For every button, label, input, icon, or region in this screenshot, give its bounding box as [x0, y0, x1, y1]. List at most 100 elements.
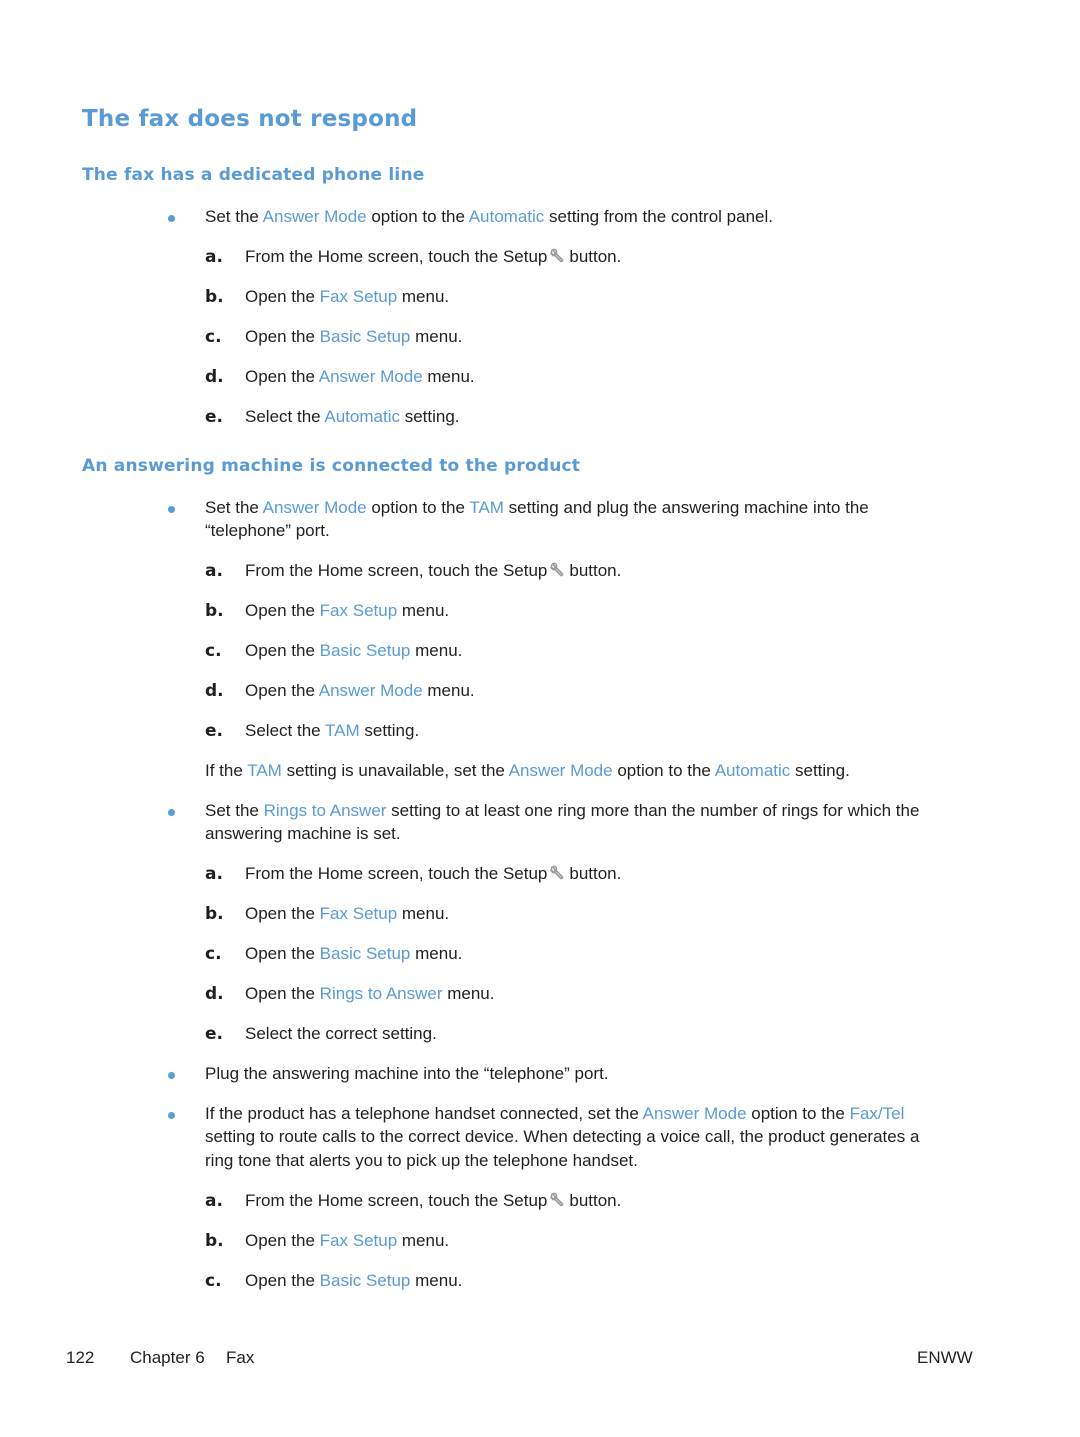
step-letter: d. — [205, 681, 224, 701]
text-run: Plug the answering machine into the “tel… — [205, 1064, 609, 1083]
step-text: Open the Fax Setup menu. — [245, 1229, 449, 1253]
step-letter: a. — [205, 247, 223, 267]
menu-reference-link[interactable]: Fax/Tel — [850, 1104, 905, 1123]
text-run: setting. — [790, 761, 850, 780]
text-run: From the Home screen, touch the Setup — [245, 864, 548, 883]
step-text: Select the correct setting. — [245, 1022, 437, 1046]
step-text: From the Home screen, touch the Setup but… — [245, 559, 621, 583]
bullet-text: Plug the answering machine into the “tel… — [205, 1062, 609, 1086]
menu-reference-link[interactable]: TAM — [247, 761, 282, 780]
text-run: option to the — [366, 498, 470, 517]
wrench-icon — [550, 247, 566, 263]
wrench-icon — [550, 561, 566, 577]
menu-reference-link[interactable]: Fax Setup — [320, 1231, 398, 1250]
bullet-text: If the product has a telephone handset c… — [205, 1102, 904, 1126]
bullet-icon — [168, 1072, 175, 1079]
menu-reference-link[interactable]: Fax Setup — [320, 904, 398, 923]
menu-reference-link[interactable]: Basic Setup — [320, 1271, 411, 1290]
text-run: setting and plug the answering machine i… — [503, 498, 869, 517]
text-run: menu. — [422, 681, 475, 700]
bullet-text: “telephone” port. — [205, 519, 330, 543]
bullet-icon — [168, 809, 175, 816]
text-run: Select the correct setting. — [245, 1024, 437, 1043]
bullet-text: Set the Rings to Answer setting to at le… — [205, 799, 919, 823]
step-text: Open the Basic Setup menu. — [245, 325, 462, 349]
text-run: Open the — [245, 287, 320, 306]
menu-reference-link[interactable]: Automatic — [715, 761, 791, 780]
step-text: Open the Fax Setup menu. — [245, 599, 449, 623]
text-run: menu. — [397, 287, 450, 306]
step-text: Open the Answer Mode menu. — [245, 679, 475, 703]
note-text: If the TAM setting is unavailable, set t… — [205, 759, 850, 783]
step-letter: e. — [205, 721, 223, 741]
step-letter: d. — [205, 984, 224, 1004]
step-letter: d. — [205, 367, 224, 387]
step-text: Open the Fax Setup menu. — [245, 902, 449, 926]
step-letter: c. — [205, 641, 222, 661]
menu-reference-link[interactable]: Answer Mode — [263, 498, 367, 517]
bullet-text: Set the Answer Mode option to the Automa… — [205, 205, 773, 229]
menu-reference-link[interactable]: Automatic — [469, 207, 545, 226]
step-letter: c. — [205, 327, 222, 347]
step-text: Select the Automatic setting. — [245, 405, 460, 429]
text-run: Open the — [245, 1231, 320, 1250]
text-run: ring tone that alerts you to pick up the… — [205, 1151, 638, 1170]
text-run: Set the — [205, 498, 263, 517]
text-run: setting from the control panel. — [544, 207, 773, 226]
text-run: Open the — [245, 641, 320, 660]
text-run: Set the — [205, 801, 264, 820]
text-run: menu. — [410, 1271, 463, 1290]
footer-chapter: Chapter 6 — [130, 1348, 205, 1367]
text-run: setting. — [399, 407, 460, 426]
text-run: “telephone” port. — [205, 521, 330, 540]
text-run: From the Home screen, touch the Setup — [245, 561, 548, 580]
text-run: Open the — [245, 327, 320, 346]
text-run: Select the — [245, 721, 326, 740]
menu-reference-link[interactable]: Rings to Answer — [320, 984, 443, 1003]
menu-reference-link[interactable]: TAM — [325, 721, 360, 740]
text-run: Open the — [245, 1271, 320, 1290]
menu-reference-link[interactable]: Fax Setup — [320, 287, 398, 306]
step-text: From the Home screen, touch the Setup but… — [245, 245, 621, 269]
menu-reference-link[interactable]: Automatic — [324, 407, 400, 426]
menu-reference-link[interactable]: Basic Setup — [320, 327, 411, 346]
menu-reference-link[interactable]: Basic Setup — [320, 944, 411, 963]
text-run: button. — [569, 1191, 622, 1210]
step-text: Open the Basic Setup menu. — [245, 639, 462, 663]
menu-reference-link[interactable]: Answer Mode — [643, 1104, 747, 1123]
text-run: From the Home screen, touch the Setup — [245, 247, 548, 266]
menu-reference-link[interactable]: Answer Mode — [319, 367, 423, 386]
menu-reference-link[interactable]: Answer Mode — [319, 681, 423, 700]
bullet-text: answering machine is set. — [205, 822, 401, 846]
text-run: menu. — [397, 904, 450, 923]
menu-reference-link[interactable]: Answer Mode — [509, 761, 613, 780]
text-run: menu. — [397, 1231, 450, 1250]
text-run: From the Home screen, touch the Setup — [245, 1191, 548, 1210]
step-letter: b. — [205, 601, 224, 621]
step-text: Open the Fax Setup menu. — [245, 285, 449, 309]
text-run: button. — [569, 561, 622, 580]
bullet-text: Set the Answer Mode option to the TAM se… — [205, 496, 869, 520]
footer-locale: ENWW — [917, 1348, 973, 1367]
text-run: Open the — [245, 367, 319, 386]
menu-reference-link[interactable]: Fax Setup — [320, 601, 398, 620]
menu-reference-link[interactable]: Answer Mode — [263, 207, 367, 226]
step-letter: a. — [205, 1191, 223, 1211]
text-run: Set the — [205, 207, 263, 226]
text-run: button. — [569, 247, 622, 266]
menu-reference-link[interactable]: TAM — [469, 498, 504, 517]
text-run: setting to at least one ring more than t… — [386, 801, 920, 820]
step-text: Select the TAM setting. — [245, 719, 419, 743]
text-run: Open the — [245, 944, 320, 963]
text-run: setting is unavailable, set the — [281, 761, 509, 780]
text-run: If the product has a telephone handset c… — [205, 1104, 643, 1123]
menu-reference-link[interactable]: Basic Setup — [320, 641, 411, 660]
step-letter: a. — [205, 864, 223, 884]
text-run: menu. — [442, 984, 495, 1003]
step-text: Open the Answer Mode menu. — [245, 365, 475, 389]
menu-reference-link[interactable]: Rings to Answer — [264, 801, 387, 820]
step-text: Open the Basic Setup menu. — [245, 942, 462, 966]
section-heading-answering-machine: An answering machine is connected to the… — [82, 456, 581, 476]
text-run: option to the — [366, 207, 469, 226]
step-letter: b. — [205, 287, 224, 307]
